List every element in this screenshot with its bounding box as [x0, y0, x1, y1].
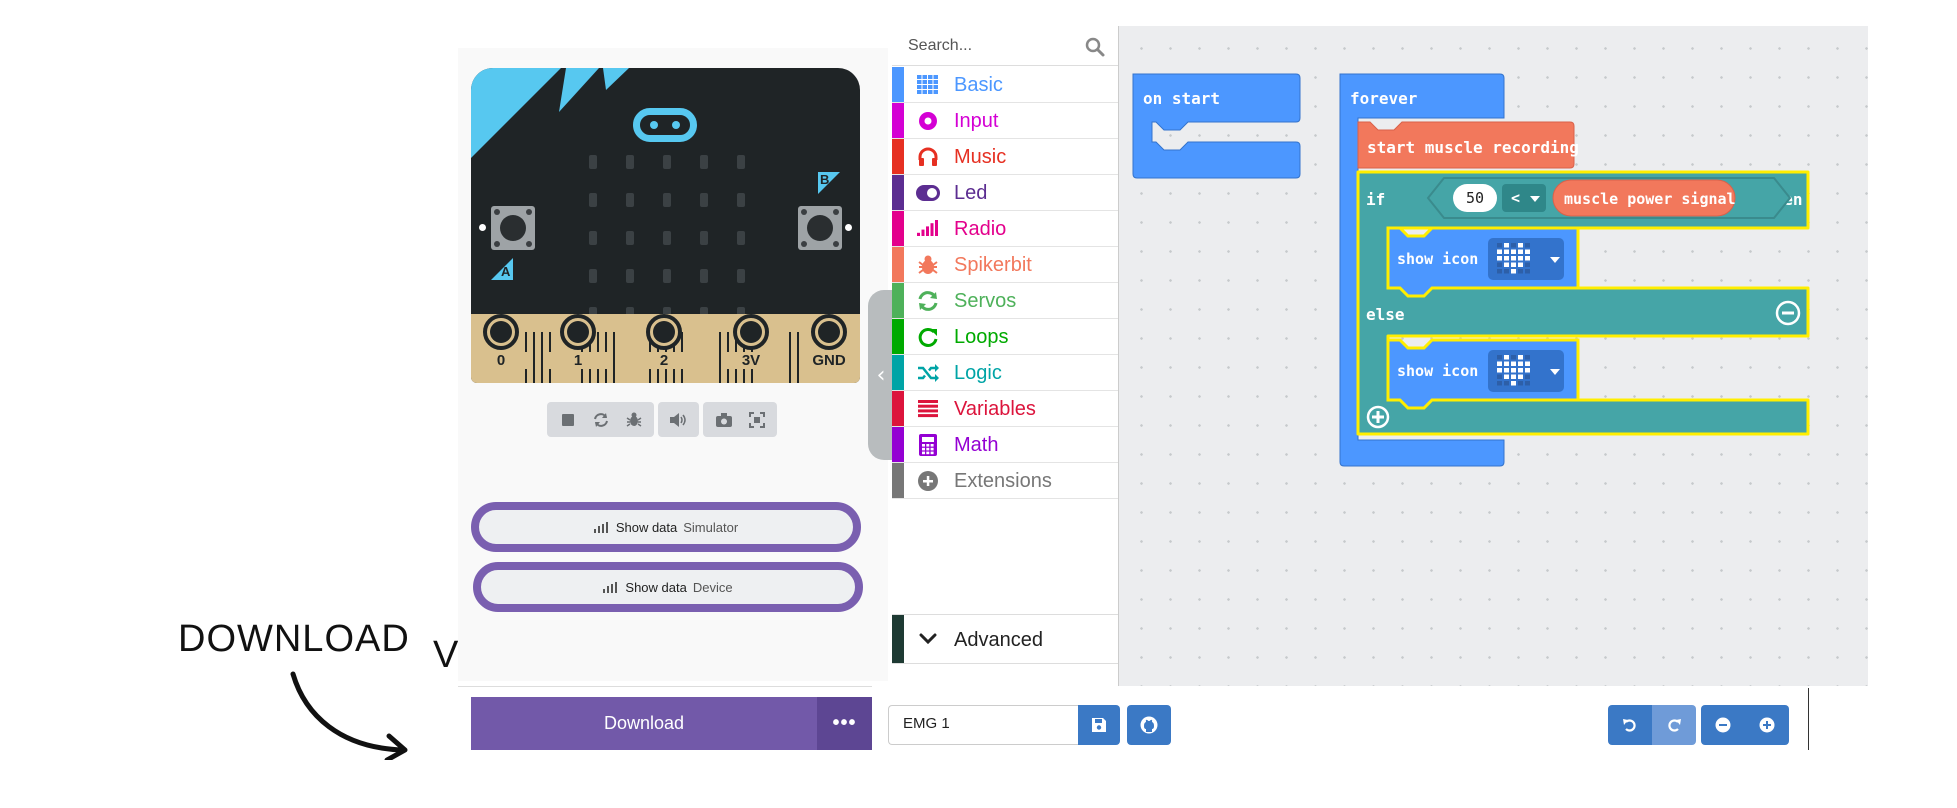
svg-text:show icon: show icon [1397, 250, 1478, 268]
redo-button[interactable] [1652, 705, 1696, 745]
divider [1808, 688, 1809, 750]
save-icon [1092, 718, 1106, 732]
github-button[interactable] [1127, 705, 1171, 745]
undo-icon [1623, 719, 1636, 732]
svg-text:<: < [1511, 189, 1520, 207]
zoom-in-icon [1759, 717, 1775, 733]
zoom-in-button[interactable] [1745, 705, 1789, 745]
undo-button[interactable] [1608, 705, 1652, 745]
zoom-out-button[interactable] [1701, 705, 1745, 745]
svg-text:50: 50 [1466, 189, 1484, 207]
blocks-canvas: on start forever start muscle recording … [1132, 73, 1810, 467]
svg-text:muscle power signal: muscle power signal [1564, 190, 1736, 208]
app-stage: DOWNLOAD VIEW [0, 0, 1957, 808]
project-name-field [888, 705, 1078, 745]
on-start-label: on start [1143, 89, 1220, 108]
if-label: if [1366, 190, 1385, 209]
else-label: else [1366, 305, 1405, 324]
comparison-block[interactable]: 50 < muscle power signal [1426, 177, 1792, 219]
block-show-icon-else[interactable]: show icon [1386, 338, 1580, 410]
project-name-input[interactable] [903, 715, 1063, 732]
operator-dropdown[interactable] [1502, 184, 1546, 212]
start-recording-label: start muscle recording [1367, 138, 1579, 157]
block-show-icon-if[interactable]: show icon [1386, 226, 1580, 298]
svg-text:show icon: show icon [1397, 362, 1478, 380]
zoom-out-icon [1715, 717, 1731, 733]
forever-label: forever [1350, 89, 1417, 108]
block-on-start[interactable]: on start [1132, 73, 1301, 179]
redo-icon [1668, 719, 1681, 732]
github-icon [1140, 716, 1158, 734]
save-button[interactable] [1078, 705, 1120, 745]
block-start-muscle-recording[interactable]: start muscle recording [1357, 121, 1579, 169]
